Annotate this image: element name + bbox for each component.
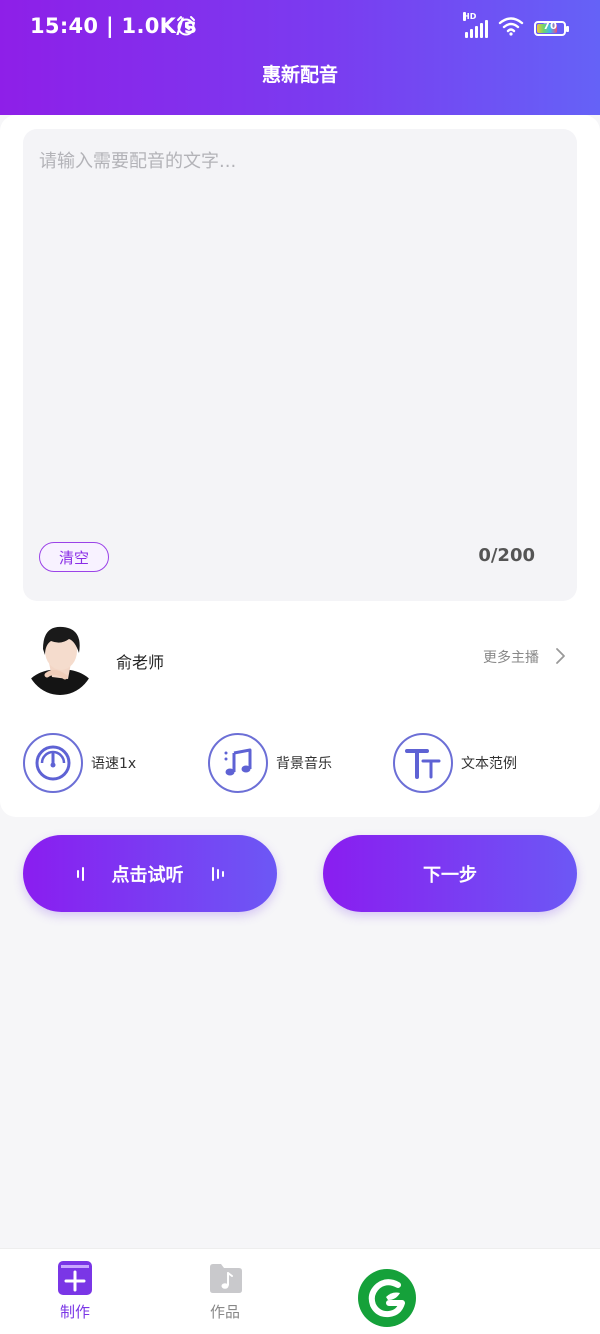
anchor-name: 俞老师 (116, 653, 165, 672)
bgm-option[interactable]: 背景音乐 (208, 732, 332, 794)
tab-create[interactable]: 制作 (35, 1261, 115, 1322)
preview-label: 点击试听 (111, 864, 184, 886)
anchor-selector[interactable]: 俞老师 更多主播 (23, 617, 577, 697)
soundwave-right-icon (211, 866, 224, 881)
tab-works-label: 作品 (209, 1303, 240, 1321)
preview-button[interactable]: 点击试听 (23, 835, 277, 912)
battery-level: 70 (543, 20, 557, 32)
chevron-right-icon[interactable] (551, 647, 569, 665)
status-time: 15:40 | 1.0K/s (30, 14, 197, 38)
text-editor: 清空 0/200 (23, 129, 577, 601)
app-header: 15:40 | 1.0K/s HD 70 惠新配音 (0, 0, 600, 115)
char-count: 0/200 (478, 545, 535, 566)
create-icon (58, 1261, 92, 1295)
more-anchors-link[interactable]: 更多主播 (483, 647, 539, 667)
sample-text-option[interactable]: 文本范例 (393, 732, 517, 794)
wifi-icon (498, 16, 524, 40)
main-card: 清空 0/200 俞老师 更多主播 (0, 115, 600, 817)
music-note-icon (208, 733, 268, 793)
dubbing-text-input[interactable] (23, 129, 577, 529)
battery-icon: 70 (534, 20, 569, 36)
clear-button[interactable]: 清空 (39, 542, 109, 572)
action-buttons: 点击试听 下一步 (0, 835, 600, 913)
brand-logo (356, 1267, 418, 1329)
folder-icon (208, 1261, 242, 1295)
page-title: 惠新配音 (261, 64, 338, 86)
alarm-icon (175, 15, 197, 41)
speed-option[interactable]: 语速1x (23, 732, 136, 794)
sample-text-label: 文本范例 (461, 756, 517, 772)
status-icons: HD 70 (463, 12, 569, 40)
tab-works[interactable]: 作品 (185, 1261, 265, 1322)
speed-gauge-icon (23, 733, 83, 793)
text-style-icon (393, 733, 453, 793)
signal-icon: HD (463, 12, 488, 38)
soundwave-left-icon (76, 866, 84, 881)
options-row: 语速1x 背景音乐 文本范例 (23, 732, 583, 794)
speed-label: 语速1x (91, 756, 137, 772)
next-step-button[interactable]: 下一步 (323, 835, 577, 912)
status-bar: 15:40 | 1.0K/s HD 70 (0, 0, 600, 54)
bottom-tab-bar: 制作 作品 (0, 1248, 600, 1334)
bgm-label: 背景音乐 (276, 756, 332, 772)
anchor-avatar[interactable] (25, 619, 95, 695)
next-step-label: 下一步 (423, 864, 477, 886)
tab-create-label: 制作 (59, 1303, 90, 1321)
